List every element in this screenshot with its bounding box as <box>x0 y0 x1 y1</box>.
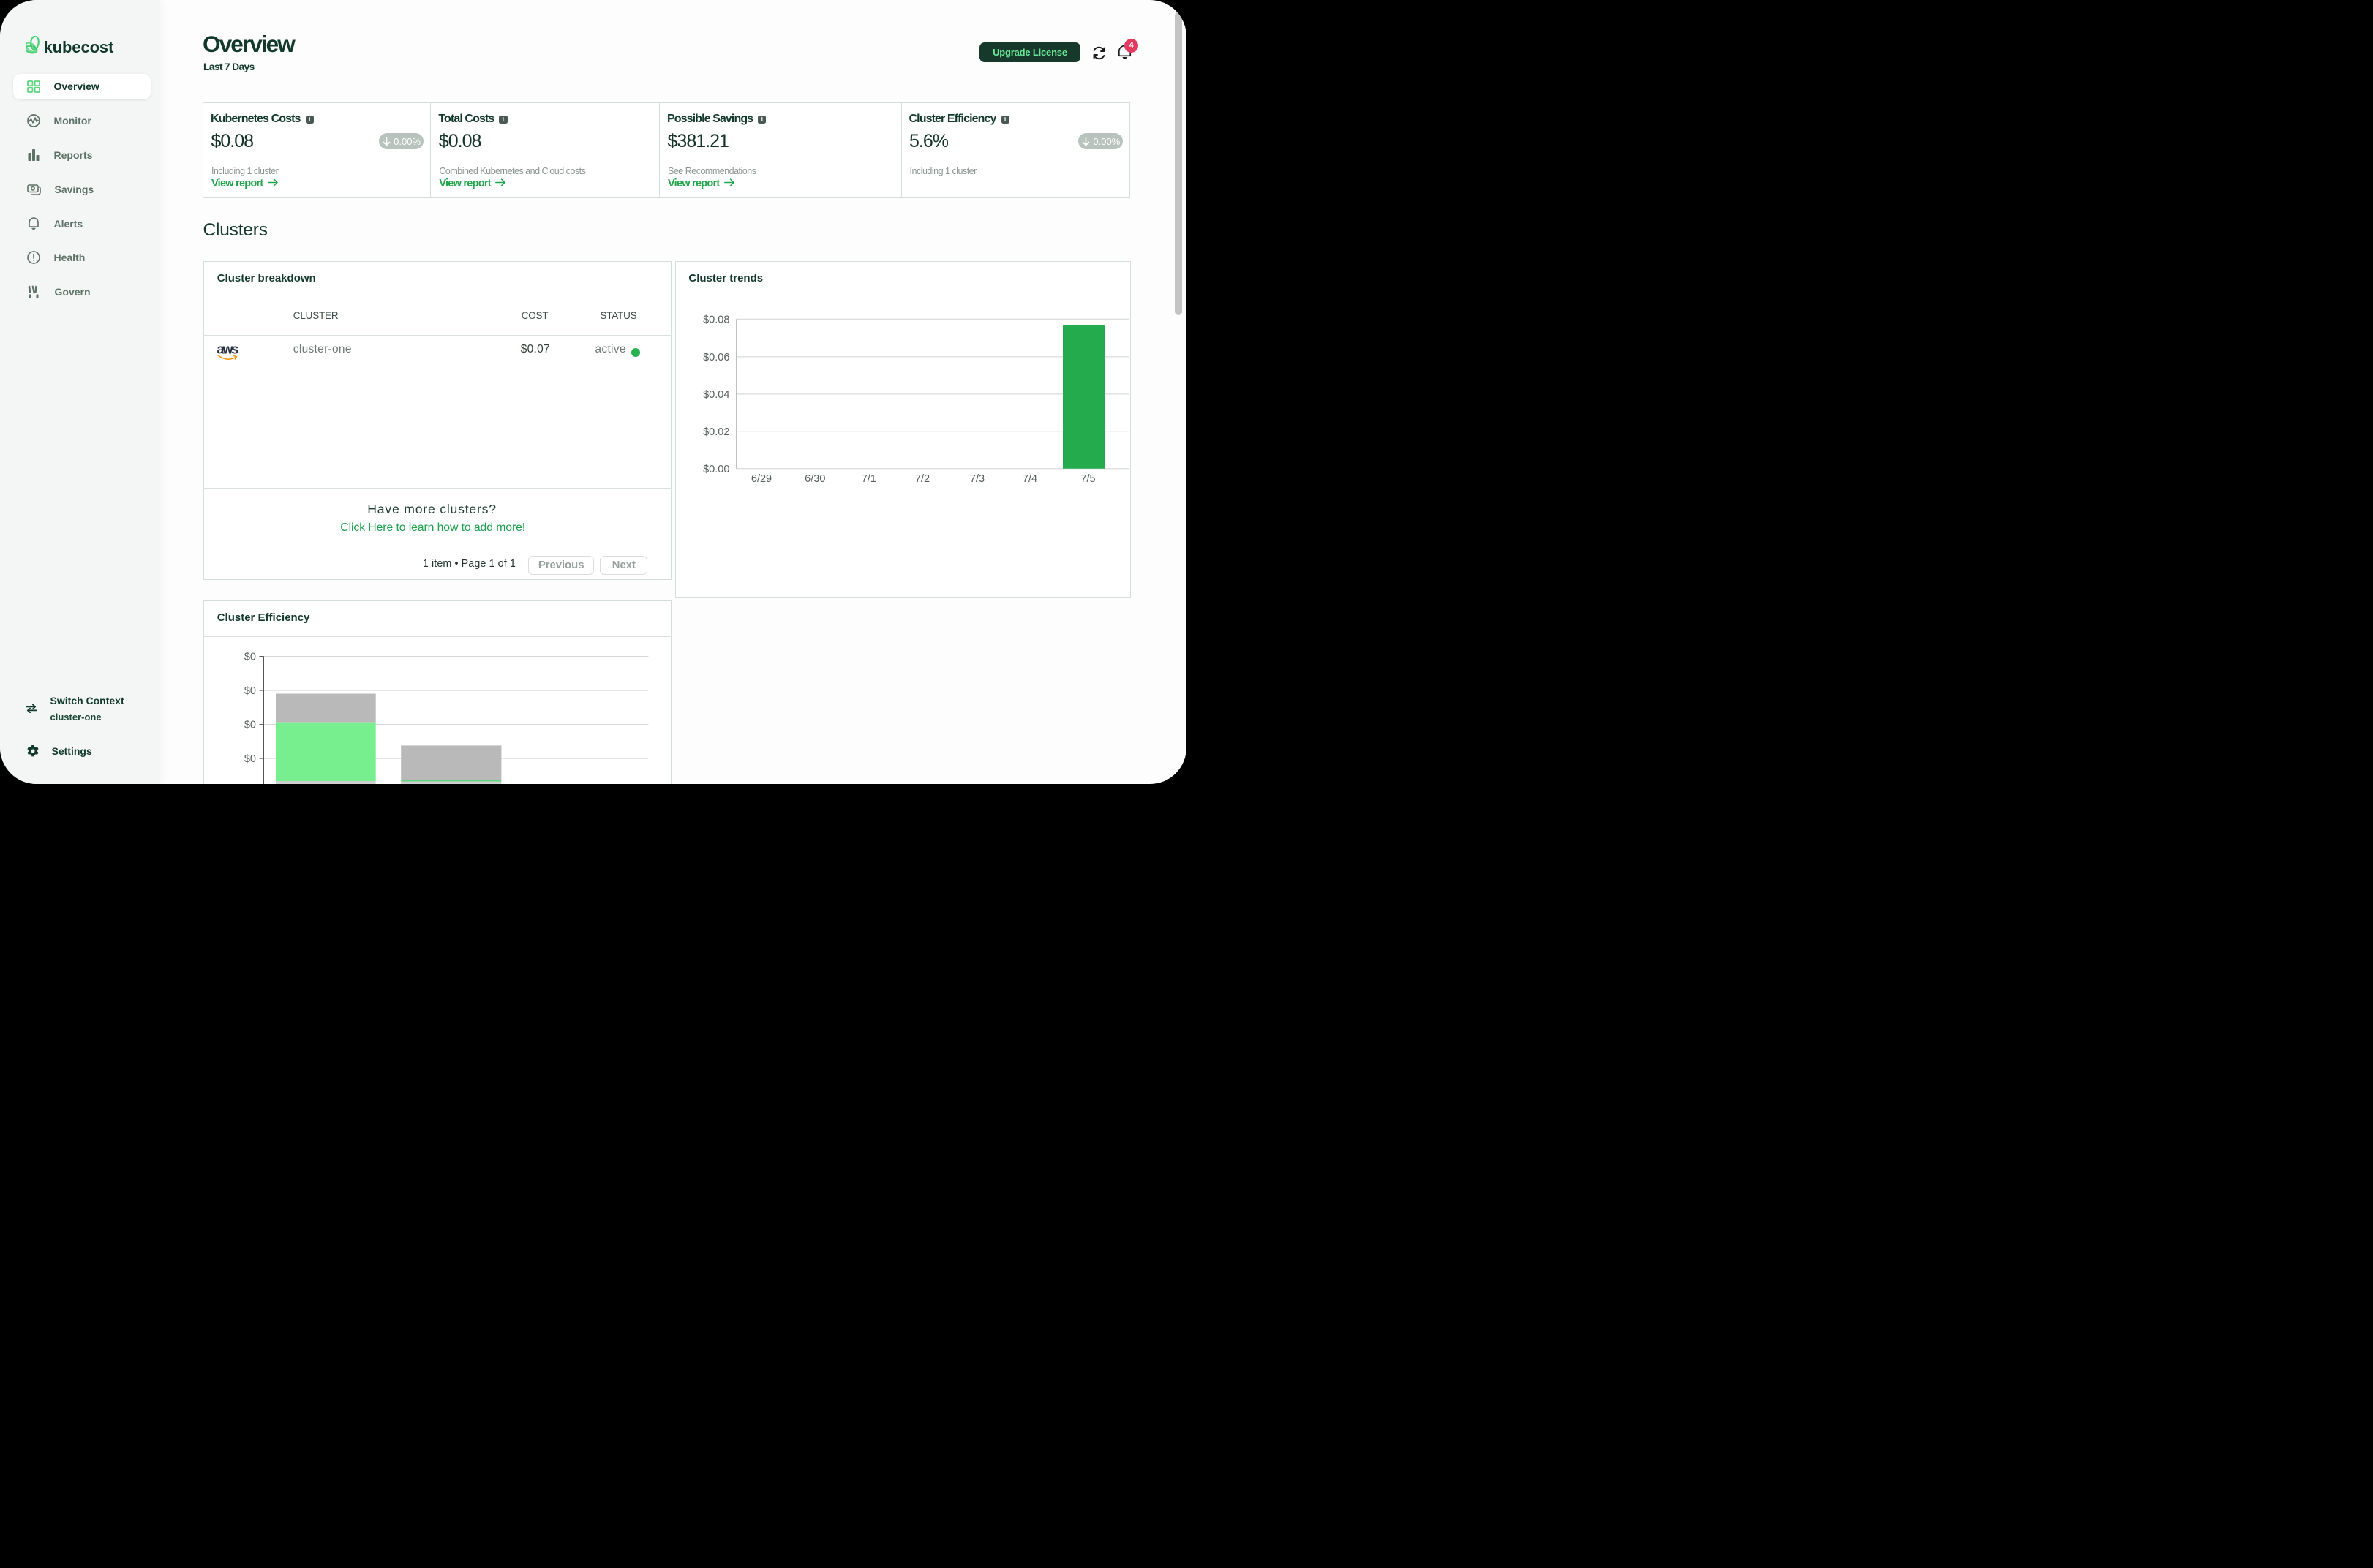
svg-text:$0.04: $0.04 <box>703 388 729 400</box>
svg-text:$0: $0 <box>244 652 256 663</box>
svg-text:6/29: 6/29 <box>751 473 772 485</box>
svg-text:7/1: 7/1 <box>862 473 876 485</box>
svg-text:$0.08: $0.08 <box>703 314 729 325</box>
svg-text:7/2: 7/2 <box>915 473 930 485</box>
svg-text:7/5: 7/5 <box>1080 473 1095 485</box>
svg-text:7/3: 7/3 <box>970 473 985 485</box>
svg-text:aws: aws <box>217 343 238 357</box>
svg-text:7/4: 7/4 <box>1023 473 1037 485</box>
svg-text:$0.06: $0.06 <box>703 351 729 363</box>
svg-text:$0: $0 <box>244 685 256 697</box>
svg-text:6/30: 6/30 <box>805 473 825 485</box>
svg-text:$0.00: $0.00 <box>703 463 729 475</box>
svg-text:$0: $0 <box>244 753 256 765</box>
svg-text:$0.02: $0.02 <box>703 426 729 437</box>
svg-text:$0: $0 <box>244 720 256 731</box>
